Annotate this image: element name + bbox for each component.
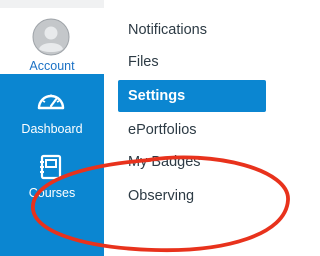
- menu-item-notifications[interactable]: Notifications: [118, 14, 266, 46]
- nav-top-strip: [0, 0, 104, 8]
- nav-item-courses[interactable]: Courses: [0, 150, 104, 200]
- menu-item-observing[interactable]: Observing: [118, 180, 266, 212]
- nav-item-account[interactable]: Account: [0, 8, 104, 74]
- nav-label-account: Account: [29, 59, 75, 73]
- speedometer-icon: [37, 94, 65, 110]
- global-nav: Account Dashboard Courses: [0, 0, 104, 256]
- nav-item-dashboard[interactable]: Dashboard: [0, 84, 104, 144]
- page: Account Dashboard Courses Notifications …: [0, 0, 294, 256]
- menu-item-files[interactable]: Files: [118, 46, 266, 78]
- user-avatar-icon: [32, 18, 70, 56]
- menu-item-my-badges[interactable]: My Badges: [118, 146, 266, 178]
- nav-label-dashboard: Dashboard: [21, 122, 83, 136]
- nav-label-courses: Courses: [28, 186, 76, 200]
- book-icon: [40, 154, 62, 180]
- menu-item-eportfolios[interactable]: ePortfolios: [118, 114, 266, 146]
- account-menu: Notifications Files Settings ePortfolios…: [104, 0, 294, 256]
- menu-item-settings[interactable]: Settings: [118, 80, 266, 112]
